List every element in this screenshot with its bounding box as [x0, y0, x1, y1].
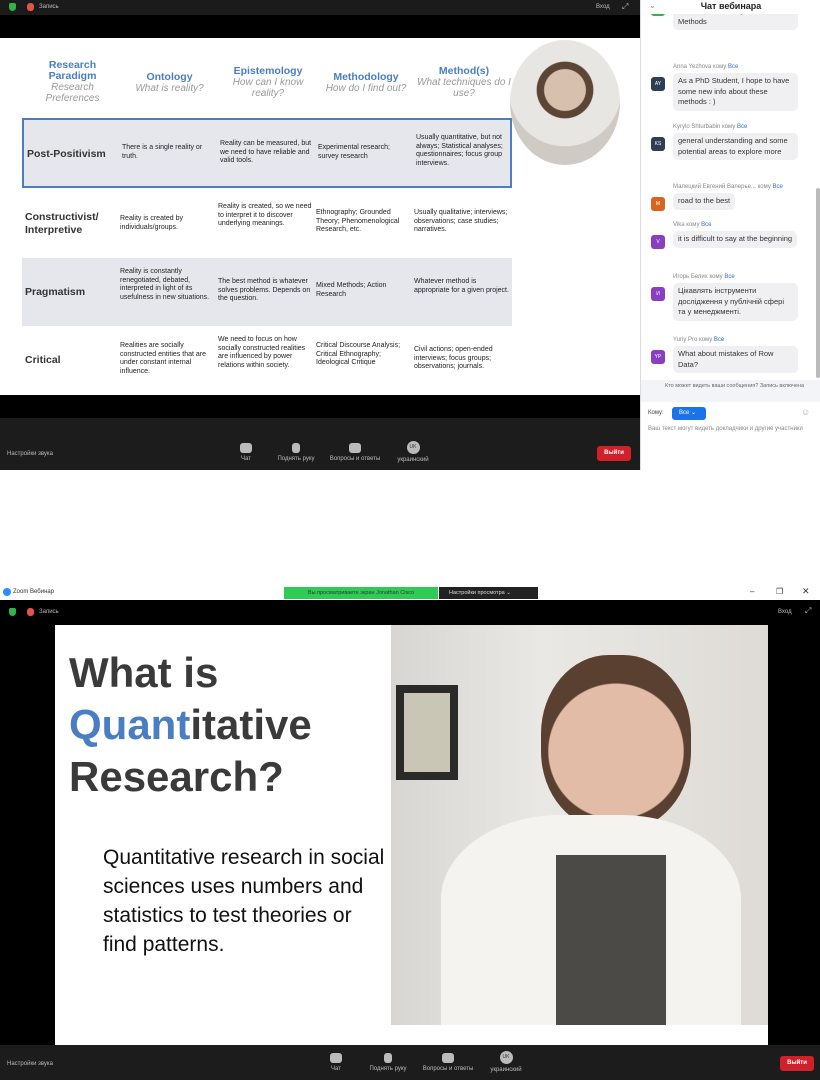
meeting-toolbar: Настройки звука Чат Поднять руку Вопросы…	[0, 418, 640, 470]
recipient-dropdown[interactable]: Все ⌄	[672, 407, 706, 420]
message-sender: Vika кому Все	[673, 222, 712, 228]
language-button[interactable]: UK украинский	[383, 441, 443, 463]
qa-icon	[349, 443, 361, 453]
message-sender: Kyrylo Shturbabin кому Все	[673, 124, 748, 130]
emoji-icon[interactable]: ☺	[801, 407, 810, 417]
chat-scrollbar[interactable]	[816, 188, 820, 378]
window-title-bar: Zoom Вебинар Вы просматриваете экран Jon…	[0, 585, 820, 600]
to-label: Кому:	[648, 410, 664, 416]
qa-button[interactable]: Вопросы и ответы	[418, 1053, 478, 1072]
shield-icon	[9, 608, 16, 616]
chat-icon	[240, 443, 252, 453]
shared-slide-title: What is Quantitative Research? Quantitat…	[55, 625, 391, 1025]
message-text: What about mistakes of Row Data?	[673, 346, 798, 373]
qa-button[interactable]: Вопросы и ответы	[325, 443, 385, 462]
app-title: Zoom Вебинар	[13, 589, 55, 595]
chat-input[interactable]: Ваш текст могут видеть докладчики и друг…	[648, 425, 813, 434]
language-button[interactable]: UK украинский	[476, 1051, 536, 1073]
video-letterbox	[768, 625, 820, 1045]
presenter-face	[541, 655, 691, 830]
recording-icon	[27, 3, 34, 11]
hand-icon	[384, 1053, 392, 1063]
presenter-video	[391, 625, 768, 1025]
close-icon[interactable]: ✕	[802, 586, 810, 597]
audio-settings-button[interactable]: Настройки звука	[7, 451, 53, 457]
avatar: AY	[651, 77, 665, 91]
recording-label: Запись	[39, 609, 59, 615]
zoom-logo-icon	[3, 588, 11, 596]
presenter-tshirt	[556, 855, 666, 1025]
view-settings-button[interactable]: Настройки просмотра ⌄	[439, 587, 538, 599]
enter-button[interactable]: Вход	[778, 609, 792, 615]
message-text: it is difficult to say at the beginning	[673, 231, 798, 248]
meeting-top-bar: Запись Вход ⤢	[0, 600, 820, 625]
message-sender: Игорь Белих кому Все	[673, 274, 735, 280]
chat-message: Игорь Белих кому Все И Цікавлять інструмен…	[649, 274, 809, 321]
viewing-banner: Вы просматриваете экран Jonathan Cisco	[284, 587, 438, 599]
avatar: М	[651, 197, 665, 211]
wall-picture	[396, 685, 458, 780]
message-sender: Yuriy Pro кому Все	[673, 337, 725, 343]
chat-icon	[330, 1053, 342, 1063]
video-letterbox	[0, 15, 640, 38]
slide-title: What is Quantitative Research?	[69, 649, 312, 800]
table-row: Post-Positivism There is a single realit…	[22, 118, 512, 188]
table-row: Constructivist/ Interpretive Reality is …	[25, 203, 508, 236]
header-ontology: Ontology What is reality?	[135, 71, 204, 95]
recording-icon	[27, 608, 34, 616]
fullscreen-icon[interactable]: ⤢	[805, 606, 811, 616]
message-sender: Малецкий Евгений Валерье... кому Все	[673, 184, 783, 190]
video-letterbox	[0, 395, 640, 418]
language-badge: UK	[406, 441, 420, 454]
message-sender: Anna Yezhova кому Все	[673, 64, 739, 70]
header-paradigm: Research Paradigm Research Preferences	[45, 59, 100, 105]
language-badge: UK	[499, 1051, 513, 1064]
audio-settings-button[interactable]: Настройки звука	[7, 1061, 53, 1067]
chat-message: Малецкий Евгений Валерье... кому Все Мroa…	[649, 184, 809, 211]
minimize-icon[interactable]: –	[750, 587, 754, 596]
maximize-icon[interactable]: ❐	[776, 587, 783, 596]
chat-message: Vika кому Все Vit is difficult to say at …	[649, 222, 809, 249]
recording-label: Запись	[39, 4, 59, 10]
shield-icon	[9, 3, 16, 11]
meeting-top-bar: Запись Вход ⤢	[0, 0, 640, 15]
meeting-toolbar: Настройки звука Чат Поднять руку Вопросы…	[0, 1045, 820, 1080]
slide-body: Quantitative research in social sciences…	[103, 846, 385, 956]
webinar-chat-panel: НЯ Learn a basics of Quantitative Methods…	[640, 0, 820, 470]
chat-messages: НЯ Learn a basics of Quantitative Methods…	[641, 14, 811, 380]
message-text: Цікавлять інструменти дослідження у публ…	[673, 283, 798, 321]
header-methodology: Methodology How do I find out?	[325, 71, 407, 95]
visibility-note[interactable]: Кто может видеть ваши сообщения? Запись …	[641, 380, 820, 402]
chat-message: НЯ Learn a basics of Quantitative Methods	[649, 14, 809, 30]
message-text: road to the best	[673, 193, 736, 210]
message-text: Learn a basics of Quantitative Methods	[673, 14, 798, 30]
avatar: И	[651, 287, 665, 301]
avatar: KS	[651, 137, 665, 151]
enter-button[interactable]: Вход	[596, 4, 610, 10]
qa-icon	[442, 1053, 454, 1063]
fullscreen-icon[interactable]: ⤢	[622, 2, 628, 12]
hand-icon	[292, 443, 300, 453]
raise-hand-button[interactable]: Поднять руку	[266, 443, 326, 462]
video-letterbox	[0, 625, 55, 1045]
chat-message: Anna Yezhova кому Все AY As a PhD Student,…	[649, 64, 809, 111]
message-text: As a PhD Student, I hope to have some ne…	[673, 73, 798, 111]
leave-button[interactable]: Выйти	[597, 446, 631, 461]
chat-button[interactable]: Чат	[306, 1053, 366, 1072]
chat-message: Kyrylo Shturbabin кому Все KS general unde…	[649, 124, 809, 160]
avatar: YP	[651, 350, 665, 364]
table-row: Critical Realities are socially construc…	[25, 336, 493, 375]
leave-button[interactable]: Выйти	[780, 1056, 814, 1071]
raise-hand-button[interactable]: Поднять руку	[358, 1053, 418, 1072]
avatar: НЯ	[651, 14, 665, 16]
chat-message: Yuriy Pro кому Все YP What about mistakes …	[649, 337, 809, 373]
collapse-chevron-icon[interactable]: ⌄	[649, 1, 656, 10]
chat-title: Чат вебинара	[641, 0, 820, 14]
avatar: V	[651, 235, 665, 249]
presenter-webcam	[510, 40, 620, 165]
header-epistemology: Epistemology How can I know reality?	[232, 65, 304, 100]
table-row: Pragmatism Reality is constantly renegot…	[22, 258, 512, 326]
header-methods: Method(s) What techniques do I use?	[417, 65, 511, 100]
message-text: general understanding and some potential…	[673, 133, 798, 160]
